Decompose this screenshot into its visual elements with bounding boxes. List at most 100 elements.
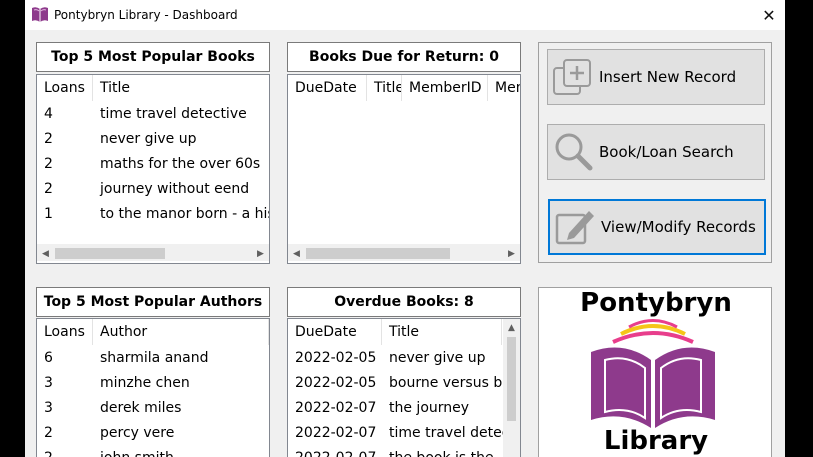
- actions-panel: Insert New Record Book/Loan Search View/…: [538, 42, 772, 263]
- list-item[interactable]: 2 percy vere: [37, 421, 269, 446]
- popular-books-header: Loans Title: [37, 75, 269, 101]
- loans-cell: 2: [44, 156, 53, 172]
- author-cell: percy vere: [100, 425, 175, 441]
- loans-cell: 3: [44, 375, 53, 391]
- horizontal-scrollbar[interactable]: ◀ ▶: [288, 244, 520, 261]
- scrollbar-thumb[interactable]: [507, 337, 516, 421]
- loans-cell: 6: [44, 350, 53, 366]
- scroll-right-icon[interactable]: ▶: [252, 245, 269, 262]
- close-icon: ✕: [762, 5, 776, 25]
- insert-record-button[interactable]: Insert New Record: [547, 49, 765, 105]
- view-modify-records-label: View/Modify Records: [601, 218, 756, 236]
- title-cell: maths for the over 60s: [100, 156, 261, 172]
- list-item[interactable]: 2022-02-07 time travel detec: [288, 421, 503, 446]
- scrollbar-thumb[interactable]: [306, 248, 450, 259]
- column-header-memberid[interactable]: MemberID: [402, 75, 488, 101]
- column-header-title[interactable]: Title: [382, 319, 502, 345]
- column-header-loans[interactable]: Loans: [37, 75, 93, 101]
- column-header-loans[interactable]: Loans: [37, 319, 93, 345]
- overdue-books-title: Overdue Books: 8: [287, 287, 521, 317]
- title-cell: never give up: [389, 350, 486, 366]
- popular-authors-list[interactable]: Loans Author 6 sharmila anand 3 minzhe che…: [36, 318, 270, 457]
- title-cell: the book is the: [382, 446, 503, 457]
- close-button[interactable]: ✕: [753, 0, 785, 30]
- title-cell: never give up: [100, 131, 197, 147]
- column-header-member[interactable]: Men: [488, 75, 520, 101]
- author-cell: sharmila anand: [100, 350, 209, 366]
- view-modify-records-button[interactable]: View/Modify Records: [548, 199, 766, 255]
- list-item[interactable]: 3 derek miles: [37, 396, 269, 421]
- title-cell: time travel detec: [389, 425, 503, 441]
- list-item[interactable]: 2 maths for the over 60s: [37, 152, 269, 177]
- popular-authors-header: Loans Author: [37, 319, 269, 345]
- column-header-duedate[interactable]: DueDate: [288, 75, 367, 101]
- main-window: Pontybryn Library - Dashboard ✕ Top 5 Mo…: [25, 0, 785, 457]
- title-cell: time travel detective: [100, 106, 247, 122]
- logo-bottom-text: Library: [603, 426, 709, 456]
- popular-authors-title: Top 5 Most Popular Authors: [36, 287, 270, 317]
- title-cell: to the manor born - a his: [100, 206, 269, 222]
- list-item[interactable]: 3 minzhe chen: [37, 371, 269, 396]
- list-item[interactable]: 6 sharmila anand: [37, 346, 269, 371]
- duedate-cell: 2022-02-05: [295, 350, 377, 366]
- popular-books-list[interactable]: Loans Title 4 time travel detective 2 neve…: [36, 74, 270, 264]
- loans-cell: 3: [44, 400, 53, 416]
- library-logo: Pontybryn Library: [538, 287, 772, 457]
- list-item[interactable]: 2 never give up: [37, 127, 269, 152]
- list-item[interactable]: 2 journey without eend: [37, 177, 269, 202]
- scroll-right-icon[interactable]: ▶: [503, 245, 520, 262]
- title-cell: bourne versus b: [389, 375, 503, 391]
- column-header-title[interactable]: Title: [93, 75, 269, 101]
- list-item[interactable]: 1 to the manor born - a his: [37, 202, 269, 227]
- books-due-title: Books Due for Return: 0: [287, 42, 521, 72]
- horizontal-scrollbar[interactable]: ◀ ▶: [37, 244, 269, 261]
- duedate-cell: 2022-02-07: [295, 400, 377, 416]
- popular-books-title: Top 5 Most Popular Books: [36, 42, 270, 72]
- author-cell: derek miles: [100, 400, 182, 416]
- loans-cell: 2: [44, 425, 53, 441]
- open-book-icon: [591, 319, 715, 428]
- books-due-header: DueDate Title MemberID Men: [288, 75, 520, 101]
- column-header-duedate[interactable]: DueDate: [288, 319, 382, 345]
- vertical-scrollbar[interactable]: ▲: [503, 319, 520, 457]
- overdue-books-header: DueDate Title: [288, 319, 502, 345]
- window-title: Pontybryn Library - Dashboard: [54, 8, 238, 22]
- scroll-left-icon[interactable]: ◀: [288, 245, 305, 262]
- books-due-list[interactable]: DueDate Title MemberID Men ◀ ▶: [287, 74, 521, 264]
- book-icon: [32, 7, 48, 22]
- popular-books-rows: 4 time travel detective 2 never give up 2 m…: [37, 102, 269, 227]
- duedate-cell: 2022-02-05: [295, 375, 377, 391]
- overdue-books-rows: 2022-02-05 never give up 2022-02-05 bourne…: [288, 346, 503, 457]
- popular-authors-rows: 6 sharmila anand 3 minzhe chen 3 derek mile…: [37, 346, 269, 457]
- scroll-left-icon[interactable]: ◀: [37, 245, 54, 262]
- list-item[interactable]: 2022-02-07the book is the: [288, 446, 503, 457]
- duedate-cell: 2022-02-07: [295, 425, 377, 441]
- column-header-author[interactable]: Author: [93, 319, 269, 345]
- loans-cell: 1: [44, 206, 53, 222]
- loans-cell: 2: [44, 181, 53, 197]
- edit-pencil-icon: [555, 211, 594, 245]
- author-cell: minzhe chen: [100, 375, 190, 391]
- title-cell: the journey: [389, 400, 470, 416]
- list-item[interactable]: 2022-02-05 never give up: [288, 346, 503, 371]
- scrollbar-thumb[interactable]: [55, 248, 165, 259]
- list-item[interactable]: 2022-02-05 bourne versus b: [288, 371, 503, 396]
- loans-cell: 2: [44, 131, 53, 147]
- magnifier-icon: [555, 133, 593, 171]
- loans-cell: 4: [44, 106, 53, 122]
- list-item[interactable]: 2022-02-07 the journey: [288, 396, 503, 421]
- insert-record-label: Insert New Record: [599, 68, 737, 86]
- book-loan-search-button[interactable]: Book/Loan Search: [547, 124, 765, 180]
- scroll-up-icon[interactable]: ▲: [503, 319, 520, 336]
- plus-stack-icon: [553, 59, 591, 95]
- loans-cell: 2: [37, 446, 93, 457]
- column-header-title[interactable]: Title: [367, 75, 402, 101]
- book-loan-search-label: Book/Loan Search: [599, 143, 734, 161]
- title-cell: journey without eend: [100, 181, 250, 197]
- duedate-cell: 2022-02-07: [288, 446, 382, 457]
- overdue-books-list[interactable]: DueDate Title 2022-02-05 never give up 20…: [287, 318, 521, 457]
- list-item[interactable]: 4 time travel detective: [37, 102, 269, 127]
- title-bar: Pontybryn Library - Dashboard ✕: [25, 0, 785, 30]
- list-item[interactable]: 2john smith: [37, 446, 269, 457]
- author-cell: john smith: [93, 446, 269, 457]
